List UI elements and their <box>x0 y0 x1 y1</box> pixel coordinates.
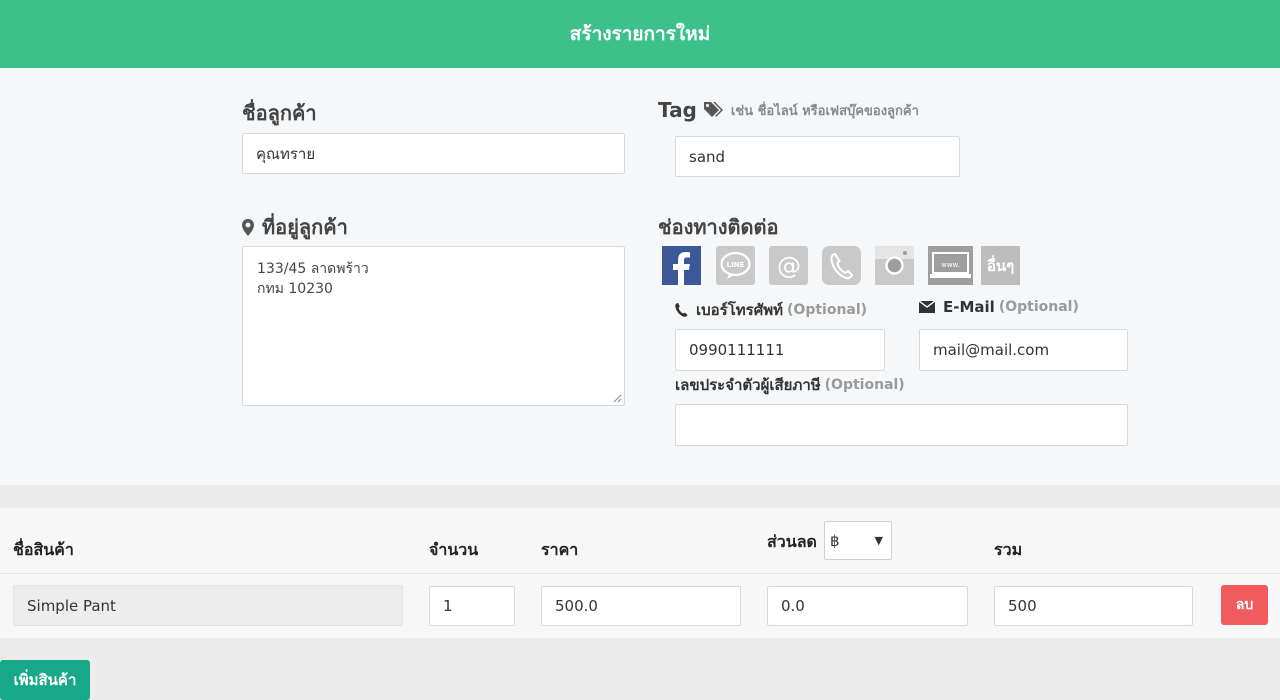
tag-input[interactable]: sand <box>675 136 960 177</box>
tag-label: Tag เช่น ชื่อไลน์ หรือเฟสบุ๊คของลูกค้า <box>658 98 919 122</box>
items-divider <box>0 573 1280 574</box>
instagram-icon[interactable] <box>875 246 914 285</box>
envelope-icon <box>919 301 935 313</box>
col-header-total: รวม <box>994 540 1023 559</box>
col-header-price: ราคา <box>541 540 579 559</box>
customer-name-label: ชื่อลูกค้า <box>242 101 317 125</box>
add-product-button[interactable]: เพิ่มสินค้า <box>0 660 90 700</box>
resize-handle-icon[interactable] <box>613 394 622 403</box>
phone-input[interactable]: 0990111111 <box>675 329 885 371</box>
discount-input[interactable]: 0.0 <box>767 586 968 626</box>
caret-down-icon: ▼ <box>874 534 883 547</box>
map-marker-icon <box>242 218 254 236</box>
address-label: ที่อยู่ลูกค้า <box>242 211 348 243</box>
col-header-discount: ส่วนลด <box>767 532 817 551</box>
email-at-icon[interactable]: @ <box>769 246 808 285</box>
website-icon[interactable]: www. <box>928 246 973 285</box>
product-name-field: Simple Pant <box>13 585 403 626</box>
price-input[interactable]: 500.0 <box>541 586 741 626</box>
total-input[interactable]: 500 <box>994 586 1193 626</box>
email-input[interactable]: mail@mail.com <box>919 329 1128 371</box>
customer-name-input[interactable]: คุณทราย <box>242 133 625 174</box>
facebook-icon[interactable] <box>662 246 701 285</box>
qty-input[interactable]: 1 <box>429 586 515 626</box>
contact-label: ช่องทางติดต่อ <box>658 215 779 239</box>
page-header: สร้างรายการใหม่ <box>0 0 1280 68</box>
other-channel-button[interactable]: อื่นๆ <box>981 246 1020 285</box>
col-header-qty: จำนวน <box>429 540 479 559</box>
delete-item-button[interactable]: ลบ <box>1221 585 1268 625</box>
phone-icon[interactable] <box>822 246 861 285</box>
svg-text:LINE: LINE <box>727 261 745 269</box>
tags-icon <box>703 101 725 119</box>
line-icon[interactable]: LINE <box>716 246 755 285</box>
svg-text:@: @ <box>777 252 801 280</box>
email-label: E-Mail (Optional) <box>919 298 1079 316</box>
svg-text:www.: www. <box>941 261 960 269</box>
taxid-label: เลขประจำตัวผู้เสียภาษี (Optional) <box>675 376 905 394</box>
phone-label: เบอร์โทรศัพท์ (Optional) <box>675 298 867 322</box>
page-title: สร้างรายการใหม่ <box>569 23 711 45</box>
address-textarea[interactable]: 133/45 ลาดพร้าว กทม 10230 <box>242 246 625 406</box>
phone-small-icon <box>675 303 688 317</box>
taxid-input[interactable] <box>675 404 1128 446</box>
col-header-name: ชื่อสินค้า <box>13 540 74 559</box>
tag-hint: เช่น ชื่อไลน์ หรือเฟสบุ๊คของลูกค้า <box>730 103 919 119</box>
discount-unit-select[interactable]: ฿ ▼ <box>824 521 892 560</box>
